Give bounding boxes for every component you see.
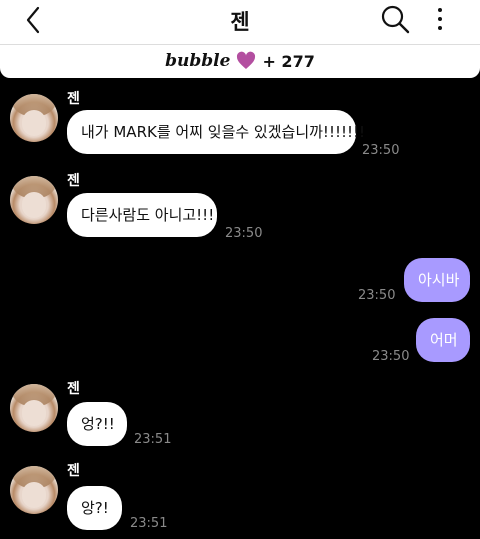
avatar[interactable] xyxy=(10,176,58,224)
avatar[interactable] xyxy=(10,466,58,514)
bubble-banner[interactable]: bubble + 277 xyxy=(0,44,480,78)
app-header: 젠 xyxy=(0,0,480,44)
avatar[interactable] xyxy=(10,384,58,432)
heart-icon xyxy=(237,51,256,69)
message-time: 23:50 xyxy=(225,226,263,241)
message-bubble[interactable]: 앙?! xyxy=(67,486,122,530)
search-icon[interactable] xyxy=(380,4,410,34)
sender-name: 젠 xyxy=(67,91,80,107)
bubble-count: + 277 xyxy=(262,51,315,71)
avatar[interactable] xyxy=(10,94,58,142)
more-icon[interactable] xyxy=(432,6,448,32)
sender-name: 젠 xyxy=(67,463,80,479)
message-time: 23:50 xyxy=(372,349,410,364)
message-time: 23:51 xyxy=(130,516,168,531)
message-bubble[interactable]: 엉?!! xyxy=(67,402,127,446)
bubble-brand: bubble xyxy=(165,51,231,71)
my-message-bubble[interactable]: 어머 xyxy=(416,318,470,362)
message-time: 23:50 xyxy=(362,143,400,158)
message-time: 23:51 xyxy=(134,432,172,447)
sender-name: 젠 xyxy=(67,381,80,397)
sender-name: 젠 xyxy=(67,173,80,189)
message-bubble[interactable]: 내가 MARK를 어찌 잊을수 있겠습니까!!!!!!! xyxy=(67,110,365,154)
message-bubble[interactable]: 다른사람도 아니고!!! xyxy=(67,193,217,237)
message-time: 23:50 xyxy=(358,288,396,303)
my-message-bubble[interactable]: 아시바 xyxy=(404,258,470,302)
